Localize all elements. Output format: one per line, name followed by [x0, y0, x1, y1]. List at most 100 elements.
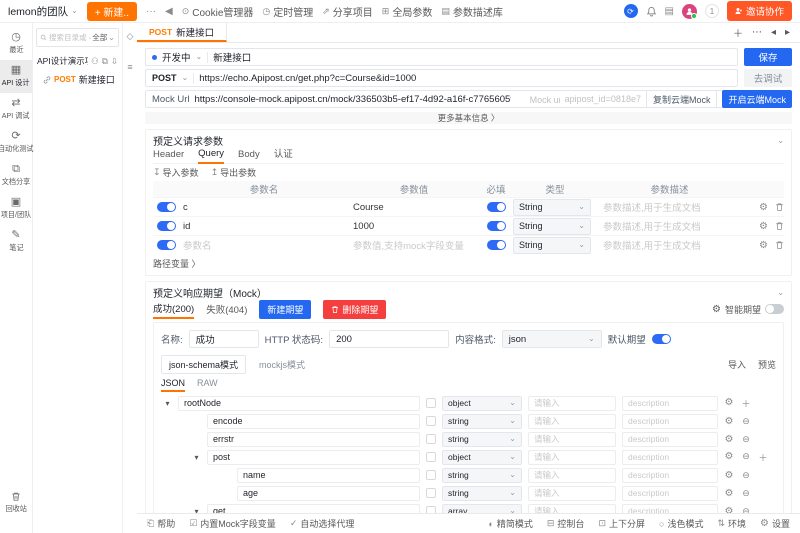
preview-schema-link[interactable]: 预览 [758, 358, 776, 371]
debug-button[interactable]: 去调试 [744, 69, 792, 87]
collapse-section-icon[interactable]: ⌄ [777, 136, 784, 145]
enable-toggle[interactable] [157, 240, 176, 250]
param-desc-input[interactable]: 参数描述,用于生成文档 [597, 219, 742, 233]
method-select[interactable]: POST [152, 73, 177, 83]
checkbox[interactable] [426, 398, 436, 408]
collapse-section-icon[interactable]: ⌄ [777, 288, 784, 297]
menu-global-params[interactable]: ⊞ 全局参数 [382, 4, 433, 19]
remove-field-icon[interactable]: ⊖ [741, 434, 751, 445]
param-desc-input[interactable]: 参数描述,用于生成文档 [597, 238, 742, 252]
tree-filter-select[interactable]: · 全部 ⌄ [89, 32, 115, 43]
tree-list-icon[interactable]: ≡ [127, 62, 132, 72]
new-expectation-button[interactable]: 新建期望 [259, 300, 311, 319]
more-menu-icon[interactable]: ··· [146, 6, 156, 17]
menu-param-library[interactable]: ▤ 参数描述库 [441, 4, 503, 19]
checkbox[interactable] [426, 470, 436, 480]
settings-icon[interactable]: ⚙ [724, 451, 734, 464]
add-child-icon[interactable]: ＋ [758, 451, 768, 464]
field-type-select[interactable]: array⌄ [442, 504, 522, 514]
feedback-icon[interactable]: ▤ [665, 6, 674, 17]
checkbox[interactable] [426, 488, 436, 498]
auto-proxy-link[interactable]: ✓ 自动选择代理 [290, 517, 355, 530]
description-input[interactable] [622, 504, 718, 514]
locate-icon[interactable]: ◇ [127, 31, 134, 42]
menu-cookie-manager[interactable]: ⊙ Cookie管理器 [182, 4, 254, 19]
collapse-caret-icon[interactable]: ▾ [163, 399, 172, 408]
param-desc-input[interactable]: 参数描述,用于生成文档 [597, 200, 742, 214]
settings-icon[interactable]: ⚙ [724, 416, 734, 427]
delete-row-icon[interactable] [775, 221, 784, 231]
description-input[interactable] [622, 414, 718, 429]
search-input[interactable]: 搜索目录或接口 [49, 32, 87, 43]
field-type-select[interactable]: object⌄ [442, 450, 522, 465]
field-name-input[interactable] [237, 486, 420, 501]
mock-value-input[interactable] [528, 504, 616, 514]
param-value-input[interactable]: 参数值,支持mock字段变量 [349, 238, 479, 252]
tab-more-icon[interactable]: ⋯ [752, 27, 762, 38]
required-toggle[interactable] [487, 221, 506, 231]
remove-field-icon[interactable]: ⊖ [741, 416, 751, 427]
light-mode-link[interactable]: ○ 浅色模式 [659, 517, 703, 530]
remove-field-icon[interactable]: ⊖ [741, 488, 751, 499]
mock-variables-link[interactable]: ☑ 内置Mock字段变量 [189, 517, 276, 530]
smart-expectation-toggle[interactable] [765, 304, 784, 314]
invite-button[interactable]: 邀请协作 [727, 1, 792, 21]
status-select[interactable]: 开发中 [162, 50, 191, 64]
api-url-input[interactable] [199, 73, 731, 84]
settings-icon[interactable]: ⚙ [724, 470, 734, 481]
rail-item-recycle-bin[interactable]: 回收站 [0, 486, 32, 519]
member-count-badge[interactable]: 1 [705, 4, 719, 18]
rail-item-api-design[interactable]: ▦ API 设计 [0, 60, 32, 93]
description-input[interactable] [622, 396, 718, 411]
mode-json-schema[interactable]: json-schema模式 [161, 355, 246, 374]
mock-value-input[interactable] [528, 486, 616, 501]
delete-row-icon[interactable] [775, 240, 784, 250]
required-toggle[interactable] [487, 202, 506, 212]
remove-field-icon[interactable]: ⊖ [741, 506, 751, 514]
console-link[interactable]: ⊟ 控制台 [547, 517, 585, 530]
import-schema-link[interactable]: 导入 [728, 358, 746, 371]
type-select[interactable]: String⌄ [513, 199, 591, 216]
copy-cloud-mock-button[interactable]: 复制云端Mock [646, 90, 718, 108]
field-type-select[interactable]: object⌄ [442, 396, 522, 411]
export-params-link[interactable]: ↥ 导出参数 [211, 166, 257, 179]
content-format-select[interactable]: json ⌄ [502, 330, 602, 348]
settings-icon[interactable]: ⚙ [724, 488, 734, 499]
mock-value-input[interactable] [528, 396, 616, 411]
checkbox[interactable] [426, 506, 436, 513]
tab-scroll-right-icon[interactable]: ▸ [785, 27, 790, 38]
menu-share-project[interactable]: ⇗ 分享项目 [322, 4, 373, 19]
rail-item-doc-share[interactable]: ⧉ 文档分享 [0, 159, 32, 192]
more-info-bar[interactable]: 更多基本信息 〉 [145, 112, 792, 124]
mock-value-input[interactable] [528, 450, 616, 465]
view-json[interactable]: JSON [161, 378, 185, 392]
field-name-input[interactable] [207, 450, 420, 465]
remove-field-icon[interactable]: ⊖ [741, 470, 751, 481]
description-input[interactable] [622, 486, 718, 501]
delete-expectation-button[interactable]: 删除期望 [323, 300, 386, 319]
path-variables-link[interactable]: 路径变量 〉 [153, 256, 784, 271]
rail-item-notes[interactable]: ✎ 笔记 [0, 225, 32, 258]
menu-timer-manager[interactable]: ◷ 定时管理 [262, 4, 313, 19]
mock-path-input[interactable]: Mock url 相对路径 [530, 93, 560, 106]
param-value[interactable]: 1000 [349, 221, 479, 232]
tab-active-api[interactable]: POST 新建接口 [137, 23, 227, 42]
workspace-switcher[interactable]: lemon的团队 ⌄ [8, 4, 78, 19]
tree-item-api[interactable]: POST 新建接口 [33, 70, 122, 89]
checkbox[interactable] [426, 434, 436, 444]
description-input[interactable] [622, 450, 718, 465]
field-type-select[interactable]: string⌄ [442, 414, 522, 429]
invite-member-icon[interactable]: ⚇ [91, 56, 99, 67]
settings-icon[interactable]: ⚙ [724, 506, 734, 514]
notification-bell-icon[interactable] [646, 6, 657, 17]
sync-status-icon[interactable]: ⟳ [624, 4, 638, 18]
add-tab-icon[interactable]: ＋ [733, 25, 743, 40]
field-type-select[interactable]: string⌄ [442, 432, 522, 447]
mode-mockjs[interactable]: mockjs模式 [252, 356, 312, 373]
rail-item-recent[interactable]: ◷ 最近 [0, 27, 32, 60]
delete-row-icon[interactable] [775, 202, 784, 212]
environment-link[interactable]: ⇅ 环境 [717, 517, 746, 530]
type-select[interactable]: String⌄ [513, 237, 591, 254]
duplicate-icon[interactable]: ⧉ [102, 56, 108, 67]
rail-item-auto-test[interactable]: ⟳ 自动化测试 [0, 126, 32, 159]
